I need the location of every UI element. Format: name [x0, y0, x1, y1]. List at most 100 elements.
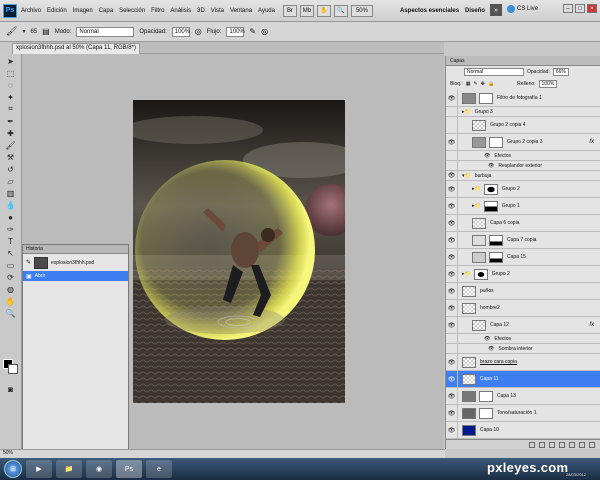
taskbar-firefox-icon[interactable]: ◉ — [86, 460, 112, 478]
fill-input[interactable]: 100% — [538, 80, 557, 88]
menu-filtro[interactable]: Filtro — [151, 8, 164, 14]
menu-edicion[interactable]: Edición — [47, 8, 67, 14]
brush-tool-icon-sidebar[interactable]: 🖌 — [4, 140, 17, 150]
crop-tool-icon[interactable]: ⌗ — [4, 104, 17, 114]
visibility-eye-icon[interactable]: 👁 — [446, 134, 458, 150]
brush-panel-icon[interactable]: ▤ — [42, 27, 50, 36]
marquee-tool-icon[interactable]: ⬚ — [4, 68, 17, 78]
effect-row[interactable]: 👁 Sombra interior — [446, 344, 600, 354]
hand-tool-button[interactable]: ✋ — [316, 4, 331, 17]
visibility-eye-icon[interactable]: 👁 — [446, 181, 458, 197]
layer-group-row[interactable]: 👁 ▾📁 burbuja — [446, 171, 600, 181]
effects-eye-icon[interactable]: 👁 — [484, 153, 490, 159]
visibility-eye-icon[interactable]: 👁 — [446, 198, 458, 214]
layer-row[interactable]: 👁 hombre2 — [446, 300, 600, 317]
visibility-eye-icon[interactable] — [446, 107, 458, 116]
layer-row[interactable]: Grupo 2 copia 4 — [446, 117, 600, 134]
3d-rotate-tool-icon[interactable]: ⟳ — [4, 272, 17, 282]
menu-ventana[interactable]: Ventana — [230, 8, 252, 14]
effect-eye-icon[interactable]: 👁 — [488, 163, 494, 169]
layer-row[interactable]: 👁 Capa 12 fx — [446, 317, 600, 334]
gradient-tool-icon[interactable]: ▥ — [4, 188, 17, 198]
menu-seleccion[interactable]: Selección — [119, 8, 145, 14]
menu-3d[interactable]: 3D — [197, 8, 205, 14]
taskbar-ie-icon[interactable]: e — [146, 460, 172, 478]
layer-opacity-input[interactable]: 66% — [552, 68, 569, 76]
lock-transparency-icon[interactable]: ▦ — [466, 81, 471, 87]
workspace-expand-button[interactable]: » — [490, 4, 502, 16]
cs-live-button[interactable]: CS Live — [507, 5, 538, 13]
visibility-eye-icon[interactable]: 👁 — [446, 283, 458, 299]
pen-tool-icon[interactable]: ✑ — [4, 224, 17, 234]
lock-all-icon[interactable]: 🔒 — [488, 81, 494, 87]
document-canvas[interactable] — [133, 100, 345, 403]
layer-row[interactable]: 👁 Capa 13 — [446, 388, 600, 405]
menu-vista[interactable]: Vista — [211, 8, 224, 14]
effect-row[interactable]: 👁 Resplandor exterior — [446, 161, 600, 171]
type-tool-icon[interactable]: T — [4, 236, 17, 246]
layer-row[interactable]: 👁 Grupo 2 copia 3 fx — [446, 134, 600, 151]
zoom-level[interactable]: 50% — [350, 4, 373, 17]
visibility-eye-icon[interactable]: 👁 — [446, 300, 458, 316]
layer-row[interactable]: 👁 Tono/saturación 1 — [446, 405, 600, 422]
layer-row[interactable]: 👁 Capa 7 copia — [446, 232, 600, 249]
lock-image-icon[interactable]: ✎ — [474, 81, 478, 87]
layers-tab[interactable]: Capas — [446, 56, 600, 66]
taskbar-photoshop-icon[interactable]: Ps — [116, 460, 142, 478]
eyedropper-tool-icon[interactable]: ✒ — [4, 116, 17, 126]
visibility-eye-icon[interactable] — [446, 151, 458, 160]
workspace-design[interactable]: Diseño — [465, 3, 485, 18]
brush-size-label[interactable]: 65 — [30, 29, 37, 35]
healing-tool-icon[interactable]: ✚ — [4, 128, 17, 138]
effects-row[interactable]: 👁 Efectos — [446, 151, 600, 161]
start-button-icon[interactable]: ⊞ — [4, 460, 22, 478]
visibility-eye-icon[interactable]: 👁 — [446, 388, 458, 404]
quick-select-tool-icon[interactable]: ✦ — [4, 92, 17, 102]
visibility-eye-icon[interactable]: 👁 — [446, 249, 458, 265]
lasso-tool-icon[interactable]: ◌ — [4, 80, 17, 90]
hand-tool-icon[interactable]: ✋ — [4, 296, 17, 306]
visibility-eye-icon[interactable] — [446, 334, 458, 343]
clone-stamp-tool-icon[interactable]: ⚒ — [4, 152, 17, 162]
menu-capa[interactable]: Capa — [99, 8, 113, 14]
layer-row[interactable]: 👁 puños — [446, 283, 600, 300]
visibility-eye-icon[interactable]: 👁 — [446, 405, 458, 421]
move-tool-icon[interactable]: ➤ — [4, 56, 17, 66]
visibility-eye-icon[interactable]: 👁 — [446, 371, 458, 387]
visibility-eye-icon[interactable] — [446, 344, 458, 353]
history-snapshot[interactable]: ✎ explosion3fhhh.psd — [23, 254, 128, 271]
effects-row[interactable]: 👁 Efectos — [446, 334, 600, 344]
shape-tool-icon[interactable]: ▭ — [4, 260, 17, 270]
airbrush-icon[interactable]: ✎ — [249, 27, 256, 36]
lock-position-icon[interactable]: ✥ — [481, 81, 485, 87]
layer-row-selected[interactable]: 👁 Capa 11 — [446, 371, 600, 388]
layer-group-row[interactable]: 👁 ▸📁 Grupo 1 — [446, 198, 600, 215]
blend-mode-select[interactable]: Normal — [464, 68, 524, 76]
dodge-tool-icon[interactable]: ● — [4, 212, 17, 222]
menu-analisis[interactable]: Análisis — [170, 8, 191, 14]
layer-row[interactable]: 👁 Capa 10 — [446, 422, 600, 439]
visibility-eye-icon[interactable]: 👁 — [446, 215, 458, 231]
pressure-opacity-icon[interactable]: ◎ — [195, 27, 202, 36]
layer-row[interactable]: 👁 Filtro de fotografía 1 — [446, 90, 600, 107]
layer-group-row[interactable]: 👁 ▸📁 Grupo 2 — [446, 181, 600, 198]
workspace-essentials[interactable]: Aspectos esenciales — [400, 3, 459, 18]
minibridge-button[interactable]: Mb — [299, 4, 314, 17]
blur-tool-icon[interactable]: 💧 — [4, 200, 17, 210]
status-zoom[interactable]: 50% — [3, 450, 13, 456]
layer-row[interactable]: 👁 brazo cara copia — [446, 354, 600, 371]
add-style-icon[interactable] — [539, 441, 545, 448]
mode-select[interactable]: Normal — [76, 26, 135, 37]
zoom-tool-button[interactable]: 🔍 — [333, 4, 348, 17]
layer-group-row[interactable]: 👁 ▸📁 Grupo 2 — [446, 266, 600, 283]
document-tab[interactable]: xplosion3fhhh.psd al 50% (Capa 11, RGB/8… — [12, 43, 140, 54]
flow-input[interactable]: 100% — [226, 26, 245, 37]
minimize-icon[interactable]: – — [563, 4, 573, 13]
brush-preset-picker[interactable]: ▾ — [22, 28, 25, 35]
taskbar-explorer-icon[interactable]: 📁 — [56, 460, 82, 478]
delete-layer-icon[interactable] — [589, 441, 595, 448]
visibility-eye-icon[interactable] — [446, 117, 458, 133]
close-icon[interactable]: × — [587, 4, 597, 13]
bridge-button[interactable]: Br — [282, 4, 297, 17]
maximize-icon[interactable]: □ — [575, 4, 585, 13]
